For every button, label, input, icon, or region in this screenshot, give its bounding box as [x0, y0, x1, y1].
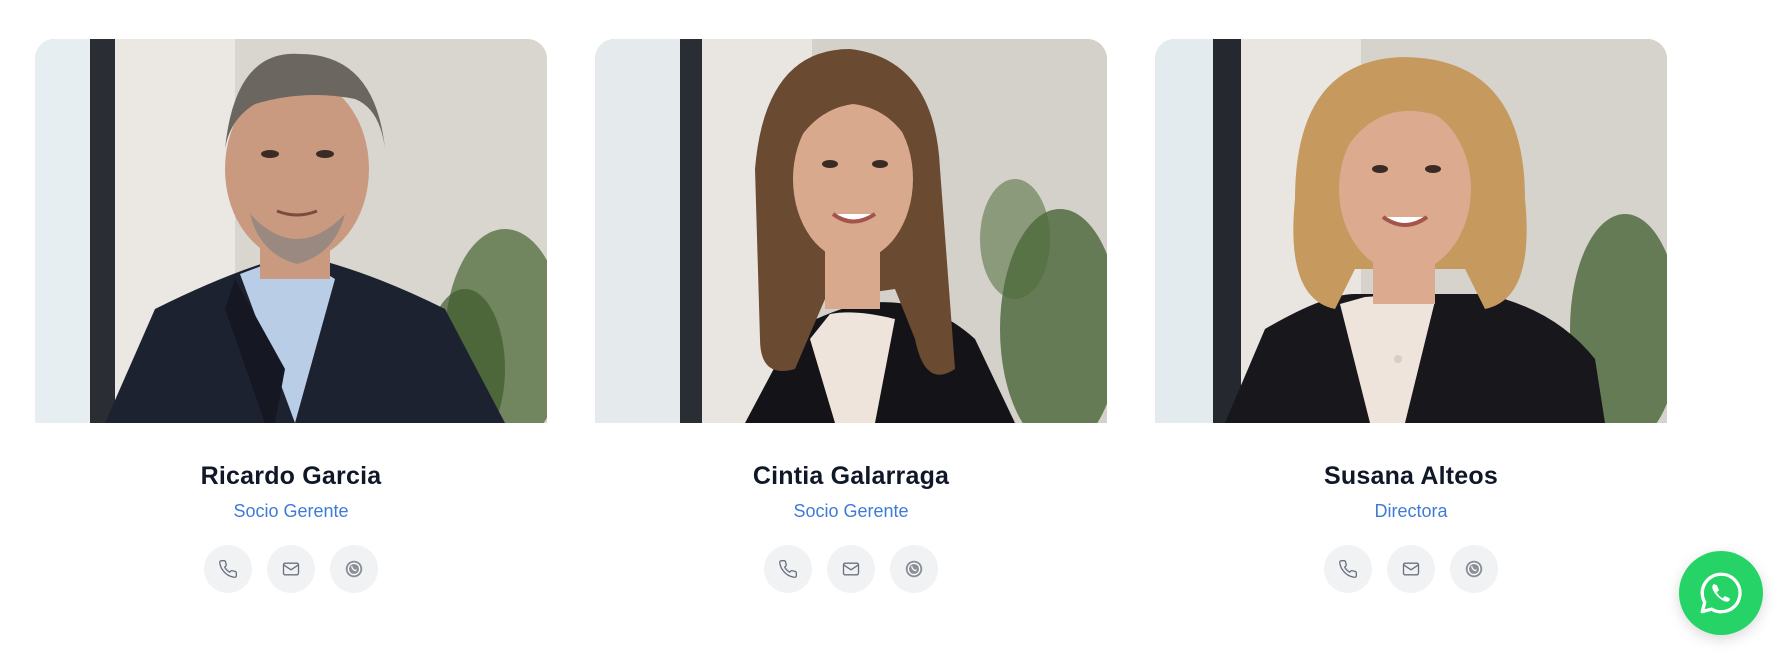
team-card: Susana Alteos Directora	[1155, 39, 1667, 593]
member-photo	[595, 39, 1107, 423]
member-photo	[1155, 39, 1667, 423]
phone-icon	[1339, 559, 1358, 578]
member-name: Cintia Galarraga	[752, 462, 950, 490]
whatsapp-button[interactable]	[890, 545, 938, 593]
whatsapp-icon	[345, 560, 363, 578]
contact-actions	[35, 545, 547, 593]
mail-icon	[1402, 562, 1420, 576]
call-button[interactable]	[1324, 545, 1372, 593]
contact-actions	[1155, 545, 1667, 593]
member-name: Susana Alteos	[1324, 462, 1498, 490]
contact-actions	[595, 545, 1107, 593]
portrait-image	[35, 39, 547, 423]
phone-icon	[219, 559, 238, 578]
call-button[interactable]	[204, 545, 252, 593]
whatsapp-button[interactable]	[330, 545, 378, 593]
member-name: Ricardo Garcia	[200, 462, 382, 490]
member-photo	[35, 39, 547, 423]
portrait-image	[1155, 39, 1667, 423]
whatsapp-icon	[1465, 560, 1483, 578]
member-role: Socio Gerente	[233, 501, 349, 521]
team-card: Ricardo Garcia Socio Gerente	[35, 39, 547, 593]
team-section: Ricardo Garcia Socio Gerente Cintia Gala…	[0, 0, 1775, 659]
whatsapp-icon	[1700, 572, 1742, 614]
team-card: Cintia Galarraga Socio Gerente	[595, 39, 1107, 593]
whatsapp-icon	[905, 560, 923, 578]
portrait-image	[595, 39, 1107, 423]
email-button[interactable]	[827, 545, 875, 593]
call-button[interactable]	[764, 545, 812, 593]
email-button[interactable]	[1387, 545, 1435, 593]
whatsapp-button[interactable]	[1450, 545, 1498, 593]
member-role: Socio Gerente	[793, 501, 909, 521]
whatsapp-float-button[interactable]	[1679, 551, 1763, 635]
mail-icon	[842, 562, 860, 576]
member-role: Directora	[1374, 501, 1448, 521]
phone-icon	[779, 559, 798, 578]
mail-icon	[282, 562, 300, 576]
email-button[interactable]	[267, 545, 315, 593]
